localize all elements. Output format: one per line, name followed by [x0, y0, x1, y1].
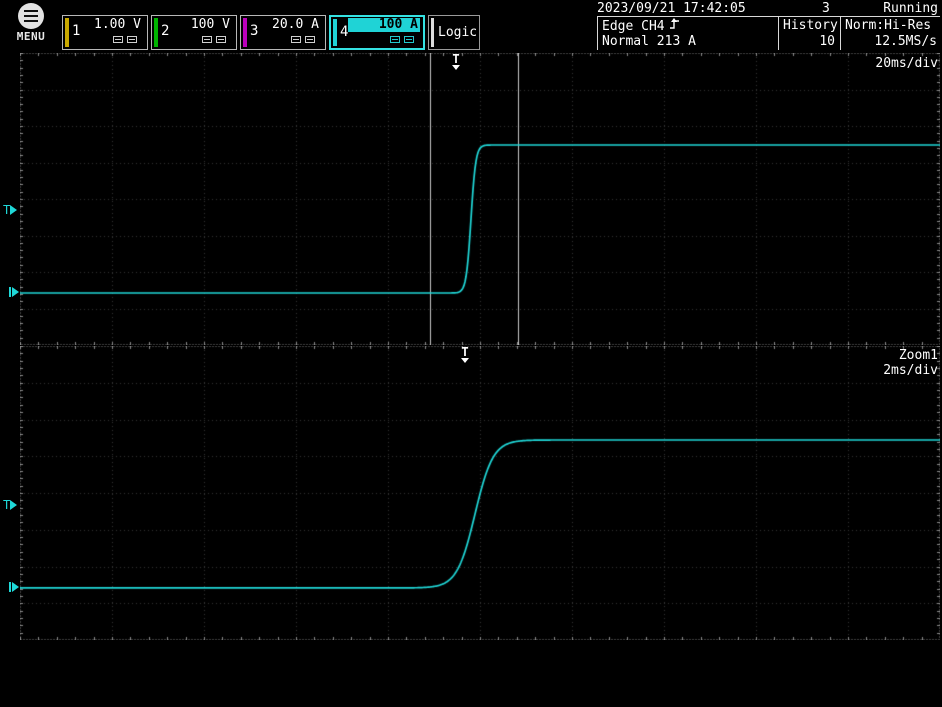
channel4-position-marker-main[interactable] [9, 287, 19, 297]
marker-arrow-icon [12, 287, 19, 297]
menu-button[interactable]: MENU [10, 3, 52, 43]
coupling-icon [113, 36, 123, 43]
channel-3-box[interactable]: 3 20.0 A [240, 15, 326, 50]
channel-scale-value: 1.00 V [81, 18, 143, 32]
status-row: 2023/09/21 17:42:05 3 Running [597, 1, 940, 17]
history-panel[interactable]: History 10 [779, 17, 841, 50]
status-area: 2023/09/21 17:42:05 3 Running Edge CH4 N… [597, 1, 940, 51]
probe-icon [216, 36, 226, 43]
coupling-icons [259, 36, 321, 43]
channel-1-box[interactable]: 1 1.00 V [62, 15, 148, 50]
marker-bar-icon [9, 287, 11, 297]
run-status: Running [840, 1, 940, 16]
main-timebase-label: 20ms/div [875, 56, 938, 71]
trigger-level-label: T [3, 204, 10, 216]
logic-label: Logic [438, 25, 477, 40]
coupling-icon [390, 36, 400, 43]
channel-scale-value: 20.0 A [259, 18, 321, 32]
channel-4-color-bar [333, 19, 337, 46]
channel-1-color-bar [65, 18, 69, 47]
channel-2-box[interactable]: 2 100 V [151, 15, 237, 50]
zoom-window-label: Zoom1 [899, 348, 938, 363]
trigger-level-label: T [3, 499, 10, 511]
history-value: 10 [783, 34, 835, 50]
main-waveform-display[interactable] [20, 53, 940, 345]
zoom-timebase-label: 2ms/div [883, 363, 938, 378]
channel-4-box[interactable]: 4 100 A [329, 15, 425, 50]
datetime: 2023/09/21 17:42:05 [597, 1, 822, 16]
marker-arrow-icon [12, 582, 19, 592]
coupling-icon [291, 36, 301, 43]
marker-arrow-icon [10, 205, 17, 215]
logic-color-bar [431, 18, 434, 47]
trigger-position-flag-main[interactable]: T [452, 54, 460, 70]
sample-rate: 12.5MS/s [845, 34, 937, 50]
oscilloscope-screen: MENU 1 1.00 V 2 100 V 3 20.0 A 4 100 A [0, 0, 942, 707]
channel-bar: 1 1.00 V 2 100 V 3 20.0 A 4 100 A Logic [62, 15, 480, 50]
probe-icon [404, 36, 414, 43]
trigger-level-marker-main[interactable]: T [3, 204, 17, 216]
channel4-position-marker-zoom[interactable] [9, 582, 19, 592]
acquisition-panel: Norm:Hi-Res 12.5MS/s [841, 17, 940, 50]
logic-button[interactable]: Logic [428, 15, 480, 50]
measurement-col-1: High(C4)407.8 A Rise(C4)0.86832ms [62, 674, 261, 707]
zoom-waveform-display[interactable] [20, 346, 940, 640]
coupling-icons [81, 36, 143, 43]
menu-label: MENU [10, 30, 52, 43]
trigger-status-grid: Edge CH4 Normal 213 A History 10 Norm:Hi… [597, 17, 940, 50]
acquisition-count: 3 [822, 1, 840, 16]
trigger-position-flag-zoom[interactable]: T [461, 347, 469, 363]
trigger-info-panel[interactable]: Edge CH4 Normal 213 A [598, 17, 779, 50]
channel-number: 3 [250, 23, 258, 39]
channel-3-color-bar [243, 18, 247, 47]
channel-2-color-bar [154, 18, 158, 47]
measurement-col-3: +Over(C4)1.0% [540, 674, 700, 707]
rising-edge-icon [669, 18, 680, 34]
marker-arrow-icon [10, 500, 17, 510]
coupling-icons [348, 36, 420, 43]
record-mode: Norm:Hi-Res [845, 18, 937, 34]
probe-icon [127, 36, 137, 43]
channel-scale-value: 100 V [170, 18, 232, 32]
channel-number: 4 [340, 24, 348, 40]
channel-number: 1 [72, 23, 80, 39]
history-label: History [783, 18, 835, 34]
marker-bar-icon [9, 582, 11, 592]
trigger-level-marker-zoom[interactable]: T [3, 499, 17, 511]
trigger-level-text: Normal 213 A [602, 34, 778, 50]
trigger-source: Edge CH4 [602, 19, 665, 34]
measurement-col-2: Low(C4)3.8 A Fall(C4)***** [300, 674, 468, 707]
hamburger-menu-icon [18, 3, 44, 29]
coupling-icons [170, 36, 232, 43]
probe-icon [305, 36, 315, 43]
channel-scale-value: 100 A [348, 18, 420, 32]
measurement-col-4: -Over(C4)0.9% [775, 674, 935, 707]
coupling-icon [202, 36, 212, 43]
channel-number: 2 [161, 23, 169, 39]
